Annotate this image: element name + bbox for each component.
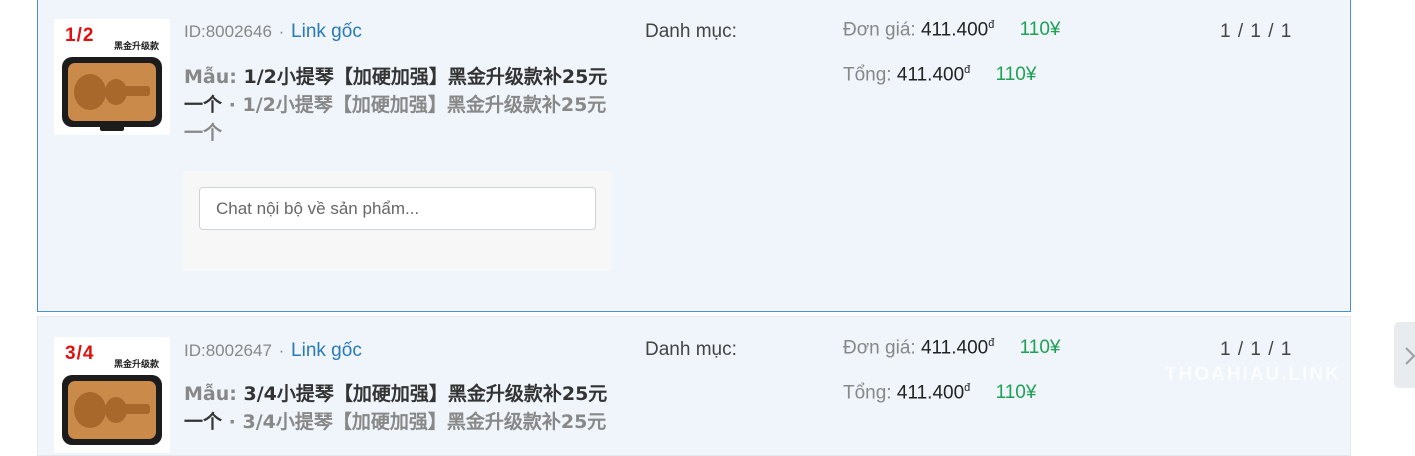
- next-button[interactable]: [1394, 322, 1415, 388]
- total-vnd: 411.400: [896, 64, 965, 86]
- order-item-card: 3/4 黑金升级款 ID:8002647 · Link gốc Mẫu: 3/4…: [37, 316, 1351, 456]
- variant-sub: 3/4小提琴【加硬加强】黑金升级款补25元: [242, 411, 607, 433]
- currency-symbol: đ: [988, 337, 995, 349]
- unit-price-cny: 110¥: [1019, 337, 1061, 359]
- variant-label: Mẫu:: [184, 383, 237, 405]
- order-item-card: 1/2 黑金升级款 ID:8002646 · Link gốc Mẫu: 1/2…: [37, 0, 1351, 312]
- variant-sub: 1/2小提琴【加硬加强】黑金升级款补25元一个: [184, 94, 607, 144]
- quantity: 1 / 1 / 1: [1220, 339, 1293, 360]
- product-thumbnail[interactable]: 1/2 黑金升级款: [54, 19, 170, 135]
- variant-label: Mẫu:: [184, 66, 237, 88]
- internal-chat-box: [183, 171, 612, 271]
- watermark: THOAHIAU.LINK: [1165, 364, 1341, 385]
- product-thumbnail[interactable]: 3/4 黑金升级款: [54, 337, 170, 453]
- original-link[interactable]: Link gốc: [291, 21, 362, 42]
- separator: ·: [278, 341, 285, 360]
- total-label: Tổng:: [843, 382, 892, 404]
- variant-dot: ·: [228, 411, 236, 433]
- currency-symbol: đ: [988, 19, 995, 31]
- quantity: 1 / 1 / 1: [1220, 21, 1293, 42]
- unit-price-vnd: 411.400: [920, 337, 989, 359]
- total-price: Tổng: 411.400đ 110¥: [843, 382, 1036, 404]
- total-cny: 110¥: [995, 64, 1037, 86]
- brand-label: 黑金升级款: [114, 360, 160, 370]
- size-label: 3/4: [65, 343, 95, 364]
- category-label: Danh mục:: [645, 339, 737, 360]
- internal-chat-input[interactable]: [199, 187, 596, 230]
- total-label: Tổng:: [843, 64, 892, 86]
- variant-dot: ·: [228, 94, 236, 116]
- unit-price: Đơn giá: 411.400đ 110¥: [843, 19, 1061, 41]
- product-id-line: ID:8002647 · Link gốc: [184, 340, 362, 362]
- category-label: Danh mục:: [645, 21, 737, 42]
- separator: ·: [278, 22, 285, 41]
- unit-price-label: Đơn giá:: [843, 19, 916, 41]
- unit-price-vnd: 411.400: [920, 19, 989, 41]
- unit-price-cny: 110¥: [1019, 19, 1061, 41]
- size-label: 1/2: [65, 25, 95, 46]
- unit-price-label: Đơn giá:: [843, 337, 916, 359]
- product-id-line: ID:8002646 · Link gốc: [184, 21, 362, 43]
- chevron-right-icon: [1405, 347, 1415, 365]
- total-price: Tổng: 411.400đ 110¥: [843, 64, 1036, 86]
- product-id: ID:8002646: [184, 22, 272, 41]
- total-vnd: 411.400: [896, 382, 965, 404]
- original-link[interactable]: Link gốc: [291, 340, 362, 361]
- unit-price: Đơn giá: 411.400đ 110¥: [843, 337, 1061, 359]
- currency-symbol: đ: [964, 64, 971, 76]
- brand-label: 黑金升级款: [114, 42, 160, 52]
- currency-symbol: đ: [964, 382, 971, 394]
- variant-text: Mẫu: 1/2小提琴【加硬加强】黑金升级款补25元一个 · 1/2小提琴【加硬…: [184, 63, 614, 147]
- product-id: ID:8002647: [184, 341, 272, 360]
- variant-text: Mẫu: 3/4小提琴【加硬加强】黑金升级款补25元一个 · 3/4小提琴【加硬…: [184, 380, 614, 436]
- total-cny: 110¥: [995, 382, 1037, 404]
